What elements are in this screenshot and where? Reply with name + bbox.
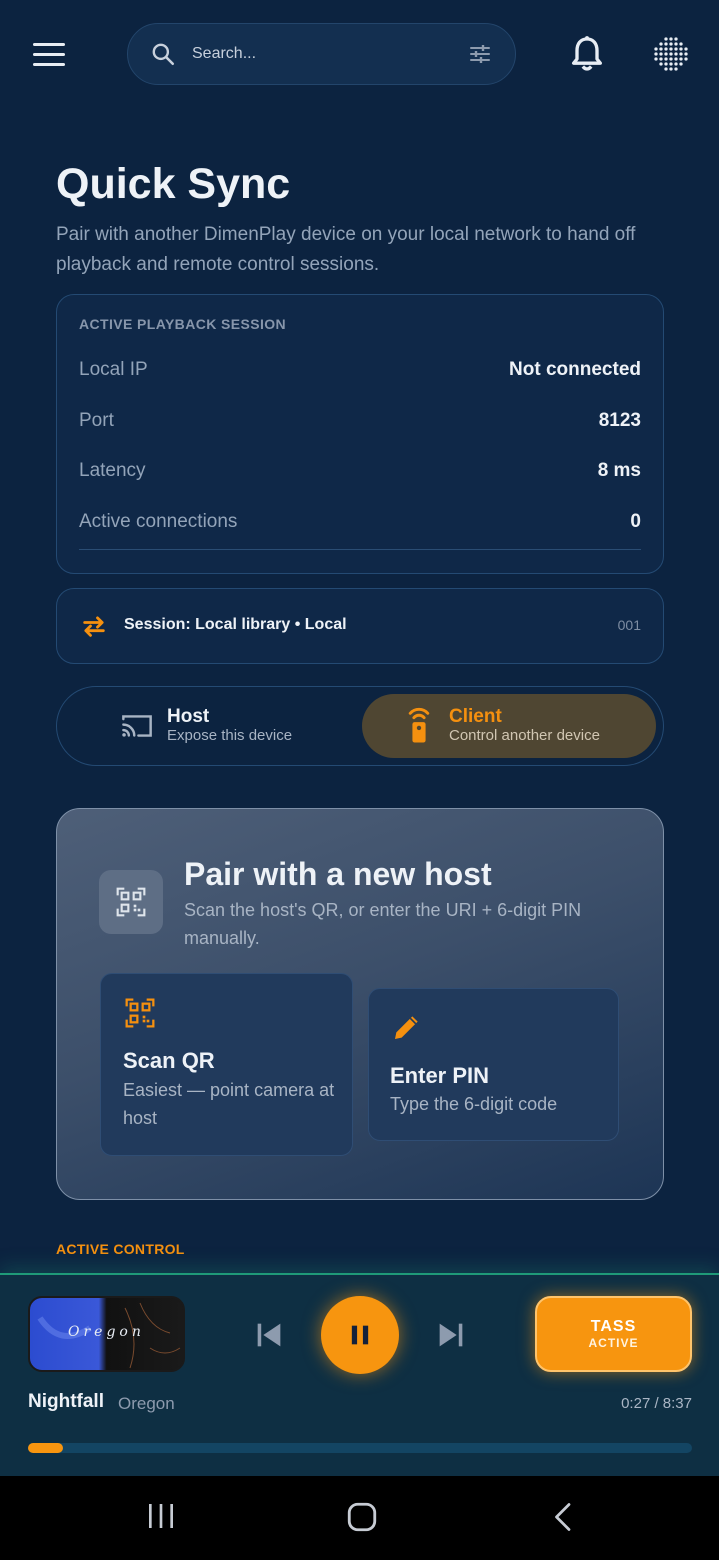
menu-icon-bar bbox=[33, 62, 65, 66]
album-art[interactable]: Oregon bbox=[28, 1296, 185, 1372]
page-subtitle: Pair with another DimenPlay device on yo… bbox=[56, 224, 636, 275]
pair-subtitle: Scan the host's QR, or enter the URI + 6… bbox=[184, 900, 582, 948]
local-ip-value: Not connected bbox=[509, 359, 641, 380]
section-label-active-control: ACTIVE CONTROL bbox=[56, 1241, 185, 1257]
latency-label: Latency bbox=[79, 460, 146, 481]
divider bbox=[79, 549, 641, 550]
album-art-text: Oregon bbox=[68, 1324, 145, 1340]
recents-icon[interactable] bbox=[145, 1500, 177, 1532]
tass-status: ACTIVE bbox=[588, 1336, 639, 1350]
scan-qr-subtitle: Easiest — point camera at host bbox=[123, 1080, 335, 1128]
enter-pin-subtitle: Type the 6-digit code bbox=[390, 1094, 558, 1114]
session-card-label: ACTIVE PLAYBACK SESSION bbox=[79, 316, 287, 332]
port-label: Port bbox=[79, 410, 114, 431]
search-bar[interactable]: Search... bbox=[127, 23, 516, 85]
progress-fill bbox=[28, 1443, 63, 1453]
track-artist: Oregon bbox=[118, 1394, 175, 1413]
back-icon[interactable] bbox=[549, 1500, 579, 1534]
skip-next-icon[interactable] bbox=[434, 1318, 468, 1352]
host-subtitle: Expose this device bbox=[167, 727, 293, 744]
local-ip-label: Local IP bbox=[79, 359, 148, 380]
pause-button[interactable] bbox=[321, 1296, 399, 1374]
progress-bar[interactable] bbox=[28, 1443, 692, 1453]
tune-icon[interactable] bbox=[467, 42, 493, 66]
scan-qr-title: Scan QR bbox=[123, 1048, 215, 1073]
cast-icon bbox=[122, 715, 152, 737]
search-icon bbox=[152, 43, 175, 66]
session-id: 001 bbox=[617, 617, 641, 633]
client-title: Client bbox=[449, 706, 502, 727]
tass-active-button[interactable]: TASS ACTIVE bbox=[535, 1296, 692, 1372]
pencil-icon bbox=[395, 1016, 418, 1039]
menu-icon-bar bbox=[33, 52, 65, 56]
search-input[interactable]: Search... bbox=[192, 45, 467, 63]
menu-icon-bar bbox=[33, 42, 65, 46]
page-title: Quick Sync bbox=[56, 160, 291, 208]
qr-icon bbox=[125, 998, 155, 1028]
skip-previous-icon[interactable] bbox=[252, 1318, 286, 1352]
track-title: Nightfall bbox=[28, 1391, 104, 1412]
pause-icon bbox=[351, 1325, 369, 1345]
dots-grid-icon[interactable] bbox=[650, 34, 692, 74]
port-value: 8123 bbox=[598, 410, 641, 431]
qr-tile bbox=[99, 870, 163, 934]
qr-icon bbox=[116, 887, 146, 917]
playback-time: 0:27 / 8:37 bbox=[621, 1395, 692, 1412]
latency-value: 8 ms bbox=[597, 460, 641, 481]
tass-title: TASS bbox=[590, 1318, 637, 1335]
swap-icon bbox=[83, 616, 105, 637]
host-title: Host bbox=[167, 706, 210, 727]
tab-host[interactable] bbox=[72, 694, 360, 758]
session-text: Session: Local library • Local bbox=[124, 616, 347, 633]
menu-button[interactable] bbox=[28, 36, 70, 72]
enter-pin-title: Enter PIN bbox=[390, 1063, 490, 1088]
bell-icon[interactable] bbox=[566, 34, 608, 74]
active-connections-value: 0 bbox=[630, 511, 641, 532]
home-icon[interactable] bbox=[345, 1500, 379, 1534]
active-connections-label: Active connections bbox=[79, 511, 238, 532]
client-subtitle: Control another device bbox=[449, 727, 600, 744]
pair-title: Pair with a new host bbox=[184, 856, 492, 892]
remote-icon bbox=[408, 707, 430, 743]
